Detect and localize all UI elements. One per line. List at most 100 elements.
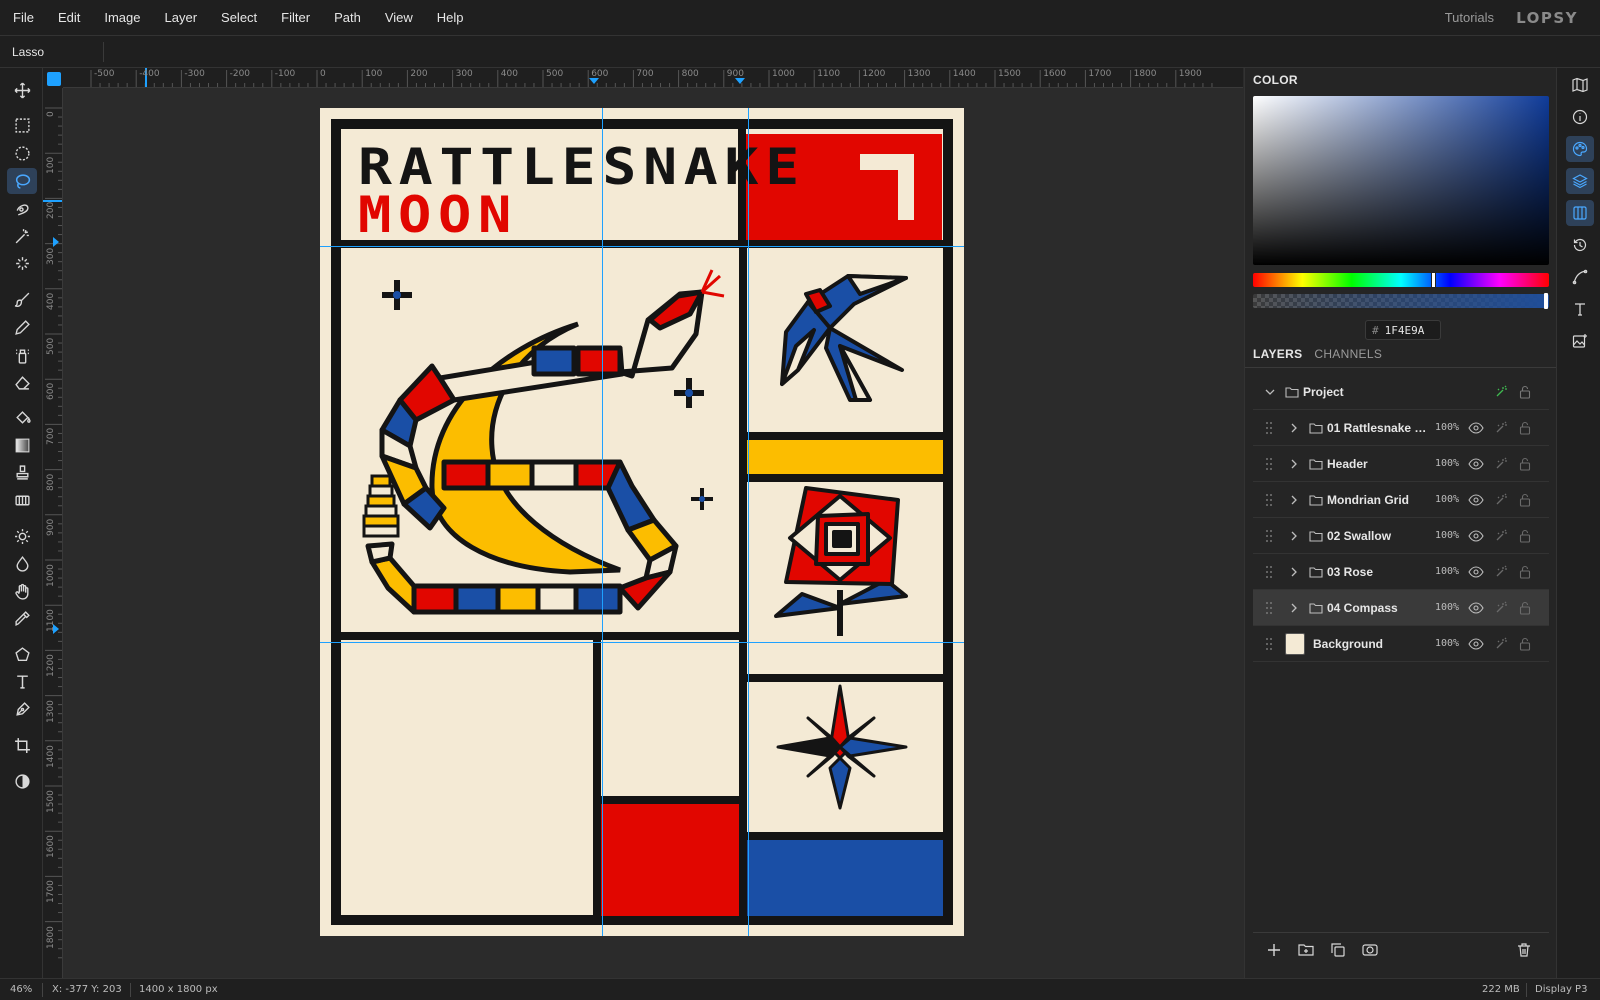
eye-icon[interactable]: [1468, 422, 1484, 434]
eye-icon[interactable]: [1468, 602, 1484, 614]
magic-wand-icon[interactable]: [7, 223, 37, 249]
spot-heal-icon[interactable]: [7, 250, 37, 276]
drag-handle-icon[interactable]: [1265, 637, 1273, 651]
ruler-horizontal[interactable]: -500 -400 -300 -200 -100 0 100 200 300 400 500 600 7…: [63, 68, 1243, 88]
chevron-right-icon[interactable]: [1289, 603, 1299, 613]
layer-row-project[interactable]: Project: [1253, 374, 1549, 410]
eyedropper-icon[interactable]: [7, 605, 37, 631]
hand-icon[interactable]: [7, 578, 37, 604]
alpha-slider-thumb[interactable]: [1544, 293, 1548, 309]
info-icon[interactable]: [1566, 104, 1594, 130]
curve-icon[interactable]: [1566, 264, 1594, 290]
layer-opacity[interactable]: 100%: [1435, 422, 1459, 433]
hex-input[interactable]: # 1F4E9A: [1365, 320, 1441, 340]
effects-icon[interactable]: [1494, 421, 1508, 435]
zoom-level[interactable]: 46%: [10, 984, 32, 995]
drag-handle-icon[interactable]: [1265, 457, 1273, 471]
layer-opacity[interactable]: 100%: [1435, 530, 1459, 541]
lock-icon[interactable]: [1519, 385, 1531, 399]
alpha-slider[interactable]: [1253, 293, 1549, 309]
canvas-area[interactable]: RATTLESNAKE MOON: [64, 88, 1244, 978]
lock-icon[interactable]: [1519, 637, 1531, 651]
tab-layers[interactable]: LAYERS: [1253, 347, 1302, 367]
add-layer-icon[interactable]: [1265, 941, 1283, 959]
effects-icon[interactable]: [1494, 637, 1508, 651]
palette-icon[interactable]: [1566, 136, 1594, 162]
effects-icon[interactable]: [1494, 565, 1508, 579]
chevron-down-icon[interactable]: [1265, 387, 1275, 397]
drag-handle-icon[interactable]: [1265, 601, 1273, 615]
new-group-icon[interactable]: [1297, 941, 1315, 959]
eye-icon[interactable]: [1468, 566, 1484, 578]
lock-icon[interactable]: [1519, 457, 1531, 471]
quick-select-icon[interactable]: [7, 196, 37, 222]
polygon-icon[interactable]: [7, 641, 37, 667]
menu-help[interactable]: Help: [425, 0, 476, 36]
tutorials-link[interactable]: Tutorials: [1445, 10, 1494, 25]
effects-icon[interactable]: [1494, 601, 1508, 615]
guide-horizontal-1[interactable]: [320, 246, 964, 247]
pen-icon[interactable]: [7, 696, 37, 722]
image-add-icon[interactable]: [1566, 328, 1594, 354]
lock-icon[interactable]: [1519, 601, 1531, 615]
map-icon[interactable]: [1566, 72, 1594, 98]
text-icon[interactable]: [7, 668, 37, 694]
layer-opacity[interactable]: 100%: [1435, 602, 1459, 613]
layer-row[interactable]: 03 Rose 100%: [1253, 554, 1549, 590]
menu-select[interactable]: Select: [209, 0, 269, 36]
menu-layer[interactable]: Layer: [153, 0, 210, 36]
layer-opacity[interactable]: 100%: [1435, 494, 1459, 505]
menu-file[interactable]: File: [0, 0, 46, 36]
columns-icon[interactable]: [1566, 200, 1594, 226]
ruler-corner[interactable]: [43, 68, 63, 88]
effects-icon[interactable]: [1494, 529, 1508, 543]
eye-icon[interactable]: [1468, 530, 1484, 542]
mask-icon[interactable]: [1361, 941, 1379, 959]
saturation-value-picker[interactable]: [1253, 96, 1549, 265]
eye-icon[interactable]: [1468, 458, 1484, 470]
brush-icon[interactable]: [7, 286, 37, 312]
stamp-icon[interactable]: [7, 459, 37, 485]
eraser-icon[interactable]: [7, 369, 37, 395]
menu-edit[interactable]: Edit: [46, 0, 92, 36]
paint-bucket-icon[interactable]: [7, 405, 37, 431]
pencil-icon[interactable]: [7, 314, 37, 340]
history-icon[interactable]: [1566, 232, 1594, 258]
contrast-icon[interactable]: [7, 768, 37, 794]
layer-row[interactable]: 01 Rattlesnake M... 100%: [1253, 410, 1549, 446]
drag-handle-icon[interactable]: [1265, 493, 1273, 507]
artboard[interactable]: RATTLESNAKE MOON: [320, 108, 964, 936]
layer-row[interactable]: 02 Swallow 100%: [1253, 518, 1549, 554]
lock-icon[interactable]: [1519, 529, 1531, 543]
eye-icon[interactable]: [1468, 638, 1484, 650]
lock-icon[interactable]: [1519, 421, 1531, 435]
marquee-ellipse-icon[interactable]: [7, 140, 37, 166]
menu-filter[interactable]: Filter: [269, 0, 322, 36]
layer-row[interactable]: Background 100%: [1253, 626, 1549, 662]
guide-horizontal-2[interactable]: [320, 642, 964, 643]
layer-row[interactable]: Mondrian Grid 100%: [1253, 482, 1549, 518]
move-icon[interactable]: [7, 77, 37, 103]
dodge-icon[interactable]: [7, 523, 37, 549]
ruler-vertical[interactable]: 0 100 200 300 400 500 600 700 800 900 1000 1100 1200…: [43, 88, 63, 978]
effects-icon[interactable]: [1494, 457, 1508, 471]
menu-image[interactable]: Image: [92, 0, 152, 36]
burn-icon[interactable]: [7, 550, 37, 576]
lock-icon[interactable]: [1519, 493, 1531, 507]
chevron-right-icon[interactable]: [1289, 495, 1299, 505]
hex-value[interactable]: 1F4E9A: [1385, 324, 1425, 337]
menu-path[interactable]: Path: [322, 0, 373, 36]
layers-icon[interactable]: [1566, 168, 1594, 194]
chevron-right-icon[interactable]: [1289, 567, 1299, 577]
drag-handle-icon[interactable]: [1265, 421, 1273, 435]
lock-icon[interactable]: [1519, 565, 1531, 579]
layer-opacity[interactable]: 100%: [1435, 566, 1459, 577]
lasso-icon[interactable]: [7, 168, 37, 194]
layer-opacity[interactable]: 100%: [1435, 458, 1459, 469]
clone-icon[interactable]: [7, 342, 37, 368]
crop-icon[interactable]: [7, 732, 37, 758]
effects-icon[interactable]: [1494, 385, 1508, 399]
gradient-icon[interactable]: [7, 432, 37, 458]
color-panel-title[interactable]: COLOR: [1253, 73, 1298, 89]
pattern-icon[interactable]: [7, 487, 37, 513]
